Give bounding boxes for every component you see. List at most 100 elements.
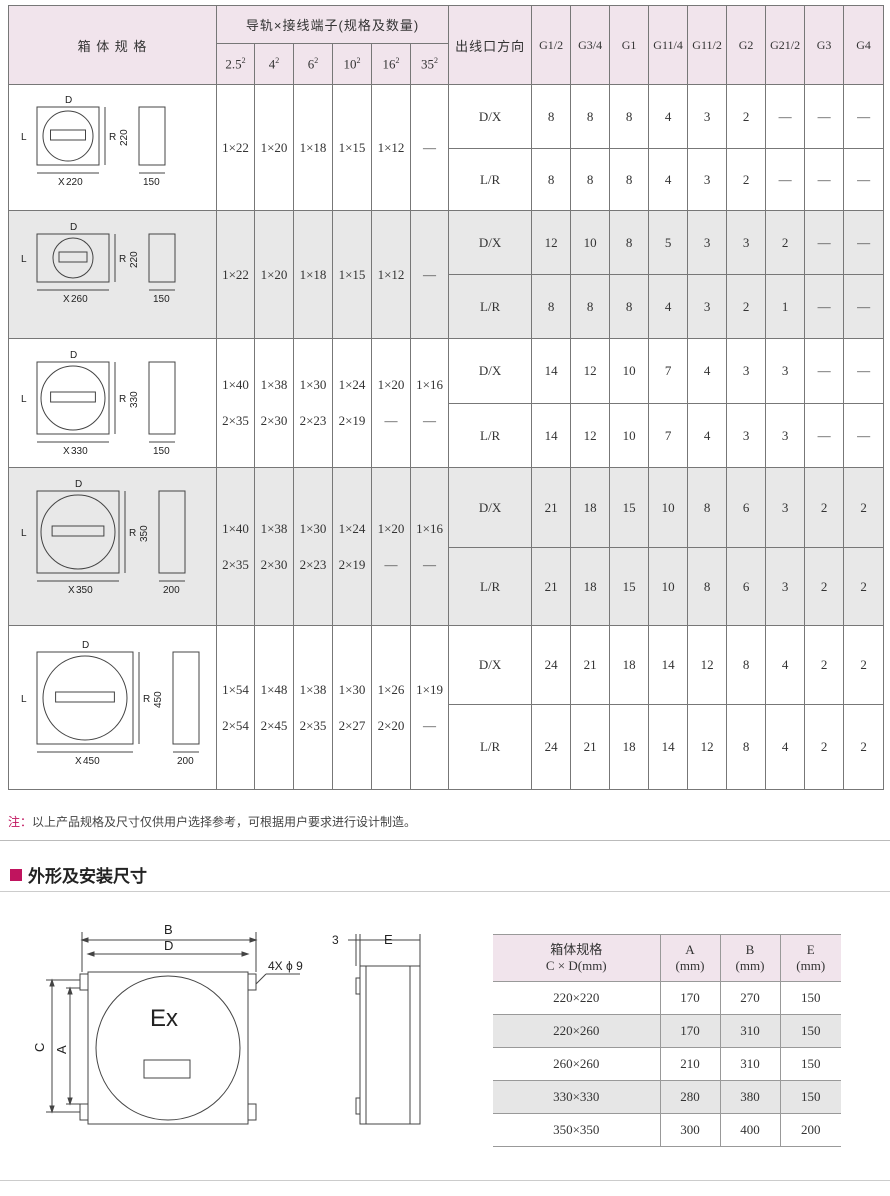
thread-count-cell: 2 — [726, 148, 767, 211]
dim-cell: 170 — [659, 1014, 720, 1048]
thread-count-cell: 2 — [843, 625, 885, 705]
label-holes: 4X ϕ 9 — [268, 959, 303, 973]
label-x: X — [68, 585, 75, 596]
table-row: D L R 450 X 450 200 1×54 2×54 1×48 2×45 1×38 2×35 1×3… — [8, 625, 885, 790]
installation-drawing: B D C A 4X ϕ 9 Ex 3 E — [32, 922, 421, 1125]
label-depth: 150 — [153, 294, 170, 305]
thread-count-cell: — — [843, 210, 885, 275]
terminal-value: 1×18 — [299, 266, 327, 282]
label-width: 450 — [83, 756, 100, 767]
outlet-direction: D/X — [448, 210, 533, 275]
terminal-cell: 1×16 — — [409, 467, 450, 626]
thread-count-cell: 8 — [570, 148, 611, 211]
thread-count-cell: 18 — [609, 704, 650, 790]
dim-header: B (mm) — [719, 934, 780, 982]
dim-cell: 400 — [719, 1113, 780, 1147]
thread-col-header: G4 — [843, 5, 885, 85]
thread-col-header: G11/4 — [648, 5, 689, 85]
label-r: R — [143, 694, 150, 705]
thread-count-cell: 24 — [531, 625, 572, 705]
thread-count-cell: 7 — [648, 338, 689, 404]
thread-count-cell: 14 — [531, 403, 572, 468]
wire-size-sup: 2 — [275, 55, 280, 65]
label-height: 350 — [139, 524, 150, 541]
label-x: X — [63, 446, 70, 456]
label-l: L — [21, 528, 27, 539]
thread-count-cell: — — [843, 403, 885, 468]
dim-cell: 260×260 — [493, 1047, 660, 1081]
spec-table: 箱 体 规 格导轨×接线端子(规格及数量) 出线口方向 G1/2 G3/4 G1 G11/… — [8, 5, 885, 790]
terminal-value: 1×20 — [377, 377, 405, 392]
thread-count-cell: 4 — [648, 148, 689, 211]
thread-count-cell: 8 — [570, 274, 611, 339]
terminal-cell: 1×20 — [254, 84, 294, 211]
thread-count-cell: 8 — [570, 84, 611, 149]
label-b: B — [164, 922, 173, 937]
terminal-value: 1×20 — [260, 266, 288, 282]
wire-size-header: 102 — [332, 43, 372, 85]
terminal-cell: 1×26 2×20 — [371, 625, 411, 790]
thread-count-cell: — — [804, 148, 845, 211]
terminal-value: 2×19 — [338, 413, 366, 428]
enclosure-diagram: DL R 220X 220 150 — [21, 95, 165, 188]
section-marker-icon — [10, 868, 22, 881]
thread-count-cell: 3 — [687, 84, 728, 149]
table-row: 220×220 170 270 150 — [493, 981, 841, 1015]
thread-count-cell: 21 — [531, 467, 572, 548]
terminal-value: 1×54 — [222, 681, 249, 697]
terminal-cell: 1×16 — — [409, 338, 450, 468]
terminal-cell: 1×15 — [332, 210, 372, 339]
terminal-value: 1×24 — [338, 520, 366, 536]
terminal-value: 2×30 — [260, 413, 288, 428]
label-l: L — [21, 254, 27, 265]
dim-cell: 310 — [719, 1014, 780, 1048]
wire-size-header: 352 — [409, 43, 450, 85]
terminal-value: — — [423, 413, 437, 428]
thread-count-cell: 3 — [687, 148, 728, 211]
thread-col-header: G3 — [804, 5, 845, 85]
wire-size-sup: 2 — [356, 55, 361, 65]
box-diagram-cell: D L R 350 X 350 200 — [8, 467, 217, 626]
thread-col-header: G1/2 — [531, 5, 572, 85]
label-three: 3 — [332, 933, 339, 947]
label-a: A — [54, 1045, 69, 1054]
dim-header-line2: C × D(mm) — [545, 958, 607, 973]
thread-count-cell: 4 — [687, 403, 728, 468]
thread-count-cell: 3 — [765, 338, 806, 404]
terminal-value: 1×19 — [416, 681, 443, 697]
thread-count-cell: — — [804, 274, 845, 339]
wire-size-sup: 2 — [314, 55, 319, 65]
dim-cell: 300 — [659, 1113, 720, 1147]
terminal-value: 2×54 — [222, 717, 249, 733]
terminal-value: 1×38 — [299, 681, 327, 697]
dim-header: E (mm) — [779, 934, 841, 982]
terminal-value: 1×15 — [338, 139, 366, 155]
dim-cell: 350×350 — [493, 1113, 660, 1147]
label-ex: Ex — [150, 1005, 178, 1032]
thread-count-cell: 3 — [765, 403, 806, 468]
thread-count-cell: 10 — [648, 467, 689, 548]
label-x: X — [58, 177, 65, 188]
thread-count-cell: 2 — [843, 547, 885, 626]
terminal-value: 1×30 — [299, 377, 327, 392]
terminal-cell: 1×30 2×27 — [332, 625, 372, 790]
terminal-cell: 1×22 — [216, 84, 255, 211]
label-depth: 200 — [163, 585, 180, 596]
thread-count-cell: 12 — [531, 210, 572, 275]
label-height: 220 — [129, 250, 140, 267]
thread-col-header: G21/2 — [765, 5, 806, 85]
dim-cell: 200 — [779, 1113, 841, 1147]
thread-count-cell: 8 — [726, 625, 767, 705]
enclosure-diagram: DL R 450X 450 200 — [21, 640, 199, 767]
label-r: R — [109, 132, 116, 143]
thread-count-cell: 2 — [804, 547, 845, 626]
label-depth: 150 — [143, 177, 160, 188]
dim-cell: 380 — [719, 1080, 780, 1114]
outlet-direction: D/X — [448, 467, 533, 548]
label-d: D — [75, 479, 82, 490]
thread-count-cell: — — [843, 274, 885, 339]
thread-count-cell: — — [804, 338, 845, 404]
box-diagram-cell: D L R 330 X 330 150 — [8, 338, 217, 468]
terminal-value: 1×18 — [299, 139, 327, 155]
dim-header-line2: (mm) — [675, 958, 705, 973]
